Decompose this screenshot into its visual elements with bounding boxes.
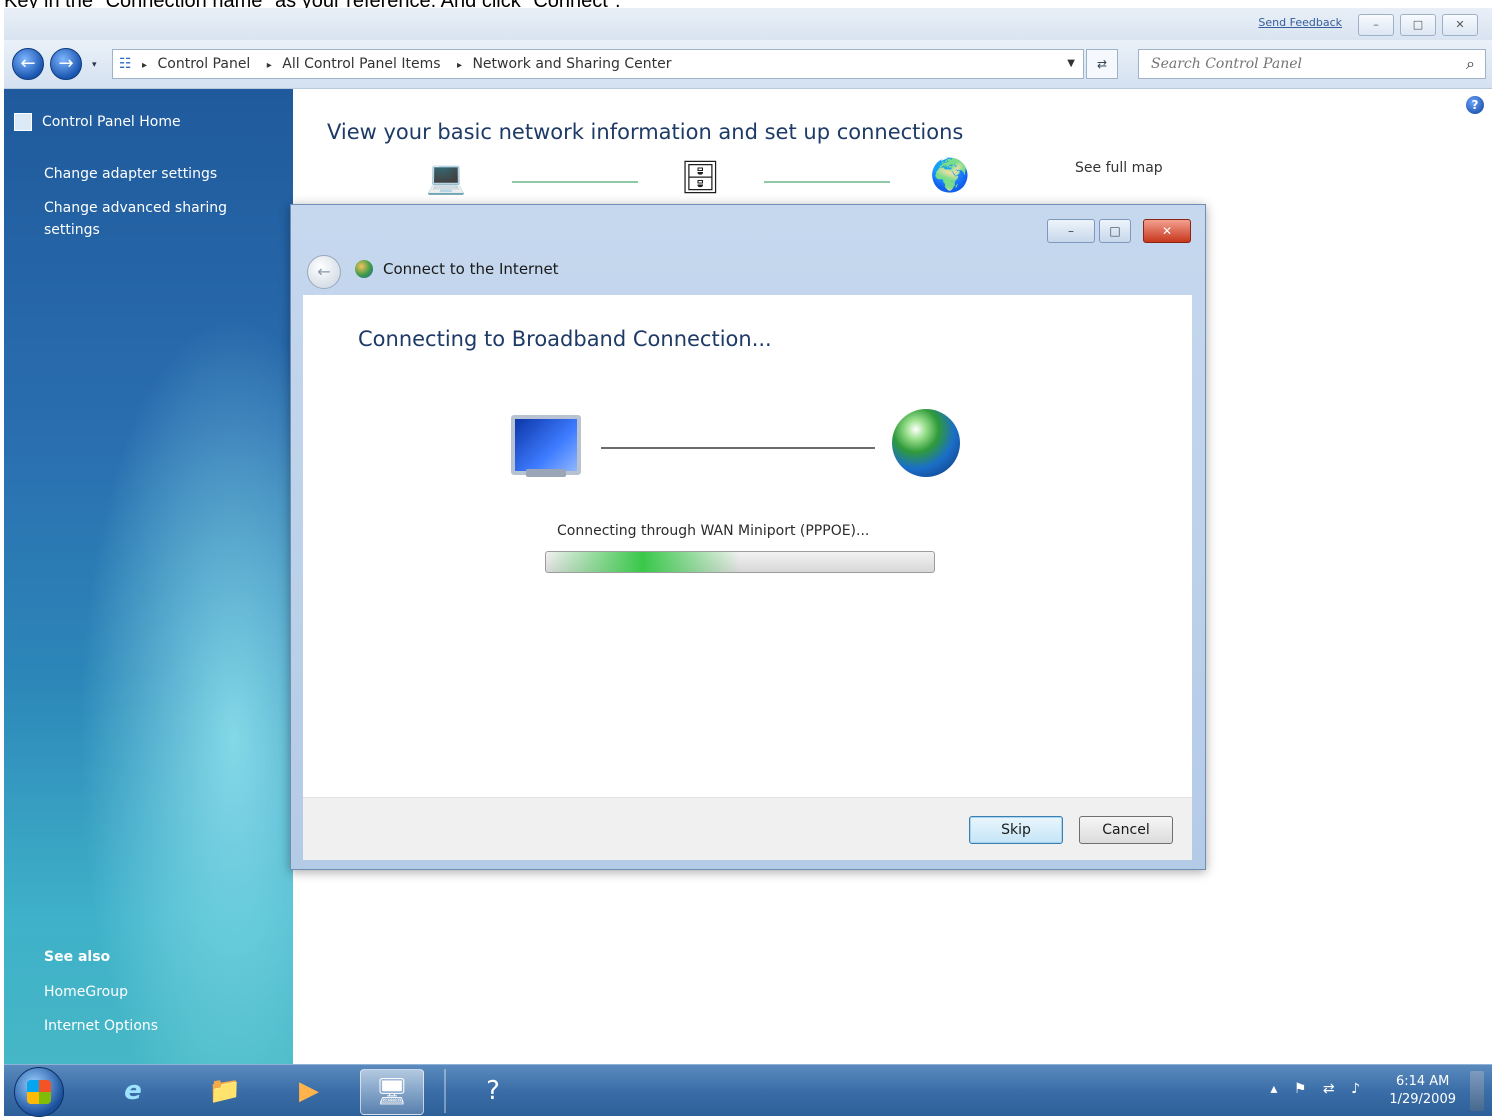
connect-dialog: – □ ✕ ← Connect to the Internet Connecti… xyxy=(290,204,1206,870)
connection-status: Connecting through WAN Miniport (PPPOE).… xyxy=(557,523,870,539)
windows-logo-icon xyxy=(27,1080,51,1104)
computer-icon: 💻 xyxy=(426,158,466,196)
sidebar: Control Panel Home Change adapter settin… xyxy=(4,89,293,1064)
ie-icon[interactable]: e xyxy=(102,1069,164,1113)
back-button[interactable]: ← xyxy=(12,48,44,80)
map-connection-line xyxy=(512,181,638,183)
dialog-body: Connecting to Broadband Connection... Co… xyxy=(303,295,1192,797)
close-button[interactable]: ✕ xyxy=(1442,14,1478,36)
breadcrumb-separator: ▸ xyxy=(266,60,272,71)
breadcrumb-separator: ▸ xyxy=(456,60,462,71)
help-icon[interactable]: ? xyxy=(462,1069,524,1113)
network-globe-icon xyxy=(355,260,373,278)
network-window-icon[interactable]: 🖥 xyxy=(360,1069,424,1115)
sidebar-item-adapter-settings[interactable]: Change adapter settings xyxy=(44,163,264,185)
minimize-button[interactable]: – xyxy=(1358,14,1394,36)
sidebar-item-home[interactable]: Control Panel Home xyxy=(14,113,181,131)
sidebar-item-advanced-sharing[interactable]: Change advanced sharing settings xyxy=(44,197,264,241)
address-row: ← → ▾ ☷ ▸ Control Panel ▸ All Control Pa… xyxy=(4,40,1492,89)
taskbar: e 📁 ▶ 🖥 ? ▴ ⚑ ⇄ ♪ 6:14 AM 1/29/2009 xyxy=(4,1064,1492,1117)
breadcrumb-all-items[interactable]: All Control Panel Items xyxy=(282,56,440,72)
sidebar-item-internet-options[interactable]: Internet Options xyxy=(44,1015,264,1037)
start-button[interactable] xyxy=(14,1067,64,1117)
network-icon: ☷ xyxy=(119,56,132,72)
dialog-maximize-button[interactable]: □ xyxy=(1099,219,1131,243)
computer-stand xyxy=(526,469,566,477)
media-player-icon[interactable]: ▶ xyxy=(278,1069,340,1113)
dialog-minimize-button[interactable]: – xyxy=(1047,219,1095,243)
connection-line xyxy=(601,447,875,449)
taskbar-separator xyxy=(444,1069,446,1113)
cancel-button[interactable]: Cancel xyxy=(1079,816,1173,844)
network-tray-icon[interactable]: ⇄ xyxy=(1323,1081,1335,1097)
search-box: ⌕ xyxy=(1138,49,1486,79)
recent-pages-dropdown[interactable]: ▾ xyxy=(92,60,97,70)
dialog-footer: Skip Cancel xyxy=(303,797,1192,860)
clock-time: 6:14 AM xyxy=(1395,1074,1450,1089)
dialog-close-button[interactable]: ✕ xyxy=(1143,219,1191,243)
sidebar-home-label: Control Panel Home xyxy=(42,114,181,130)
computer-icon xyxy=(511,415,581,475)
volume-icon[interactable]: ♪ xyxy=(1351,1081,1360,1097)
breadcrumb-control-panel[interactable]: Control Panel xyxy=(158,56,251,72)
dialog-heading: Connecting to Broadband Connection... xyxy=(358,327,772,351)
dialog-back-button[interactable]: ← xyxy=(307,255,341,289)
progress-fill xyxy=(546,552,740,572)
address-dropdown-icon[interactable]: ▼ xyxy=(1067,50,1075,78)
clock-date: 1/29/2009 xyxy=(1389,1092,1456,1107)
dialog-title-row: Connect to the Internet xyxy=(355,260,559,278)
breadcrumb-network-center[interactable]: Network and Sharing Center xyxy=(472,56,671,72)
system-tray: ▴ ⚑ ⇄ ♪ xyxy=(1270,1081,1372,1097)
internet-globe-icon xyxy=(892,409,960,477)
forward-button[interactable]: → xyxy=(50,48,82,80)
map-connection-line xyxy=(764,181,890,183)
help-icon[interactable]: ? xyxy=(1466,96,1484,114)
see-also-heading: See also xyxy=(44,949,111,965)
clock[interactable]: 6:14 AM 1/29/2009 xyxy=(1389,1073,1456,1109)
action-center-icon[interactable]: ⚑ xyxy=(1294,1081,1307,1097)
router-icon: 🗄 xyxy=(680,158,721,196)
address-bar[interactable]: ☷ ▸ Control Panel ▸ All Control Panel It… xyxy=(112,49,1084,79)
control-panel-icon xyxy=(14,113,32,131)
tray-expand-icon[interactable]: ▴ xyxy=(1270,1081,1277,1097)
window-title-strip: Send Feedback – □ ✕ xyxy=(4,8,1492,41)
progress-bar xyxy=(545,551,935,573)
search-icon[interactable]: ⌕ xyxy=(1466,54,1475,74)
see-full-map-link[interactable]: See full map xyxy=(1075,160,1163,176)
explorer-icon[interactable]: 📁 xyxy=(194,1069,256,1113)
refresh-button[interactable]: ⇄ xyxy=(1086,49,1118,79)
send-feedback-link[interactable]: Send Feedback xyxy=(1258,16,1342,29)
restore-button[interactable]: □ xyxy=(1400,14,1436,36)
show-desktop-button[interactable] xyxy=(1470,1071,1484,1111)
page-title: View your basic network information and … xyxy=(327,120,964,144)
search-input[interactable] xyxy=(1149,50,1453,78)
skip-button[interactable]: Skip xyxy=(969,816,1063,844)
sidebar-item-homegroup[interactable]: HomeGroup xyxy=(44,981,264,1003)
dialog-title: Connect to the Internet xyxy=(383,260,559,278)
breadcrumb-separator: ▸ xyxy=(142,60,148,71)
internet-globe-icon: 🌍 xyxy=(930,156,970,194)
